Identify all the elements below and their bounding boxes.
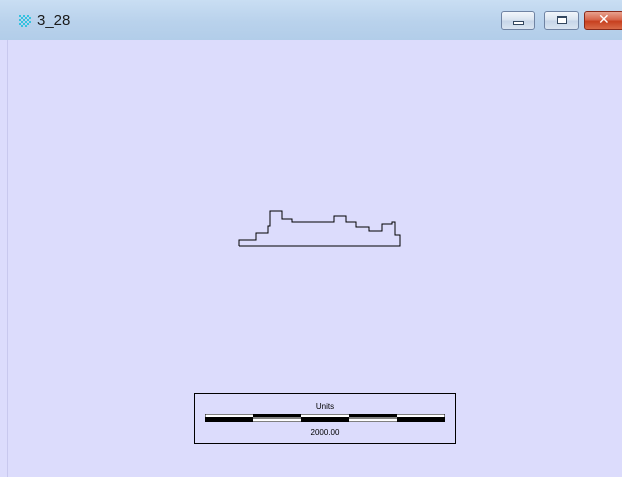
scale-bar xyxy=(205,414,445,422)
scale-bar-legend: Units 2000.00 xyxy=(194,393,456,444)
app-window: 3_28 ✕ Units 2000.00 xyxy=(0,0,622,477)
profile-outline xyxy=(238,210,401,247)
scale-units-label: Units xyxy=(315,402,335,411)
scale-value-label: 2000.00 xyxy=(310,428,340,437)
